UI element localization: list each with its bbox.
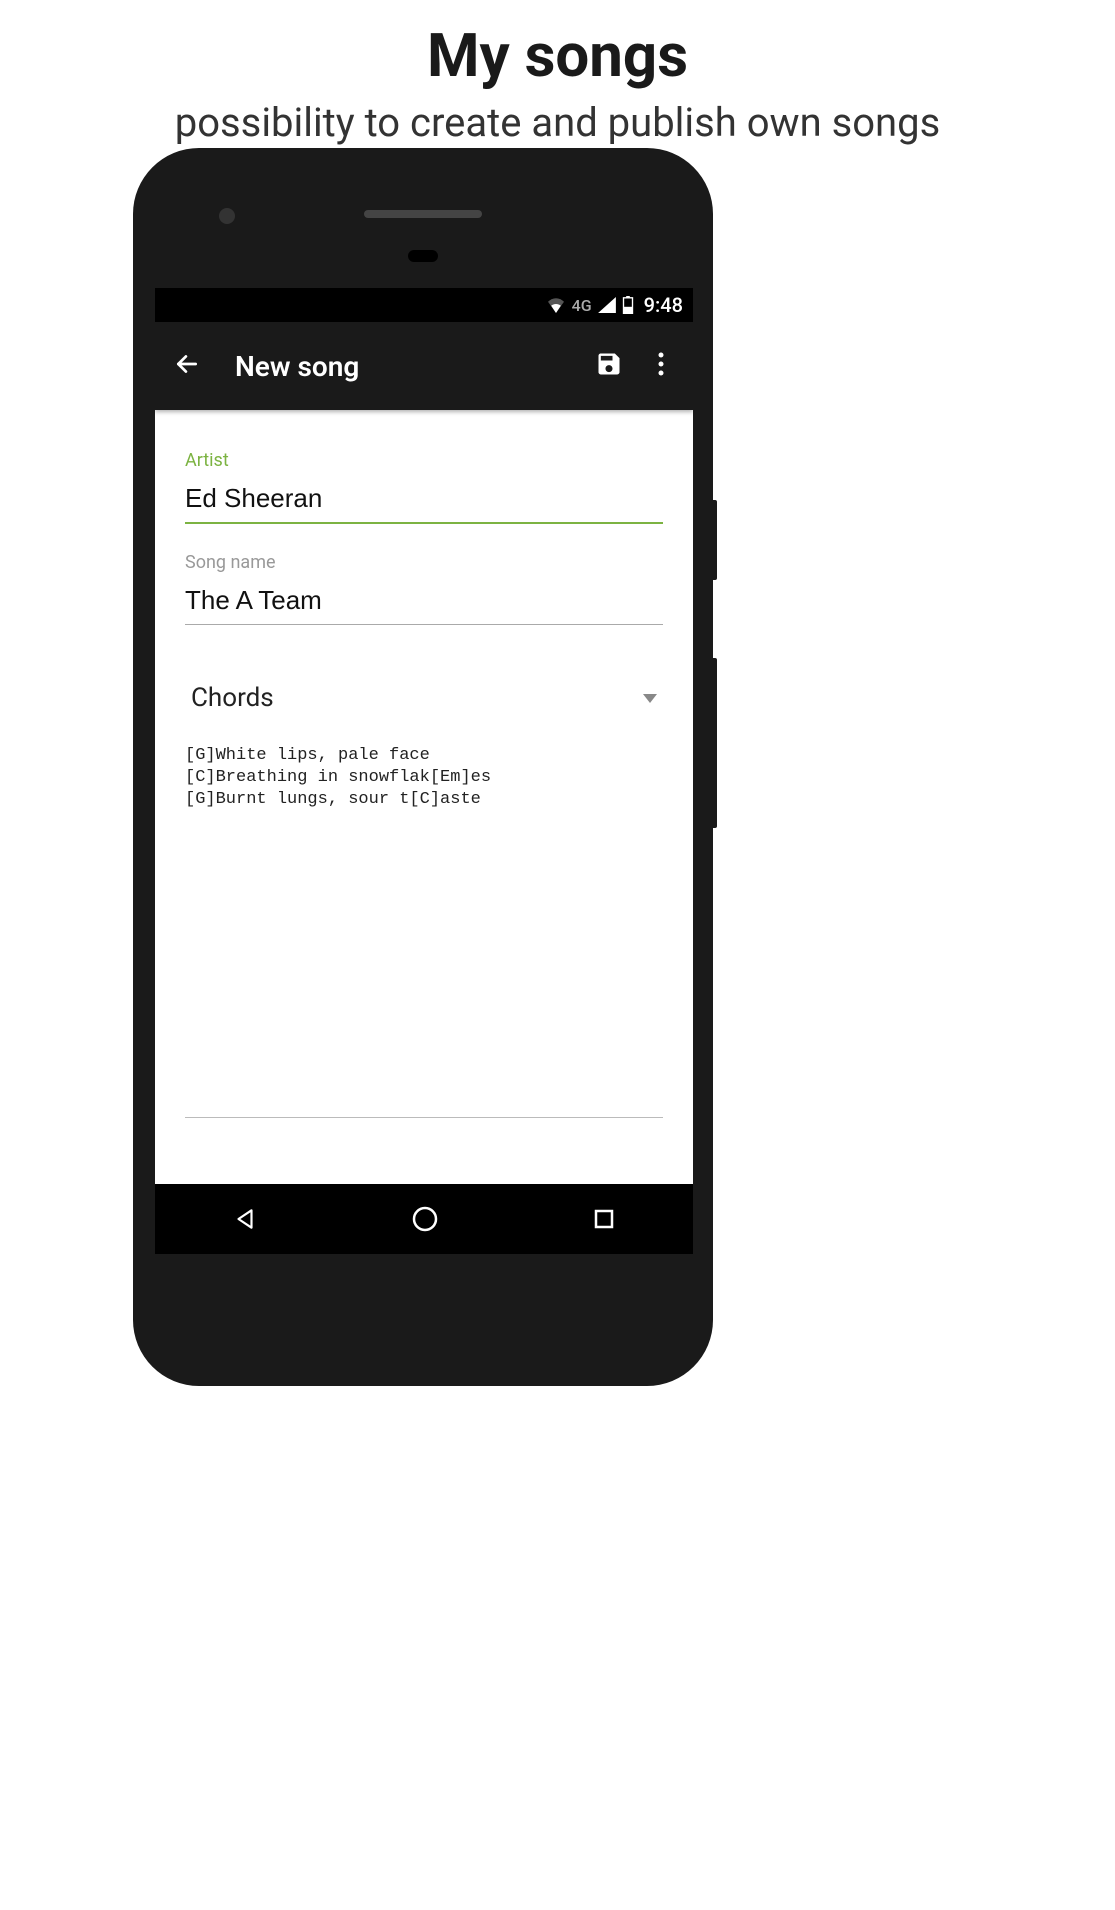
lyrics-underline: [185, 1117, 663, 1118]
song-name-input[interactable]: [185, 579, 663, 625]
overflow-menu-button[interactable]: [641, 346, 681, 386]
page-header: My songs possibility to create and publi…: [0, 0, 1115, 146]
phone-side-button: [711, 658, 717, 828]
song-name-field: Song name: [185, 552, 663, 625]
status-bar: 4G 9:48: [155, 288, 693, 322]
phone-screen: 4G 9:48 New song: [155, 288, 693, 1254]
wifi-icon: [546, 297, 566, 313]
status-time: 9:48: [644, 293, 683, 317]
lyrics-editor[interactable]: [G]White lips, pale face [C]Breathing in…: [185, 727, 663, 1107]
phone-camera-dot: [219, 208, 235, 224]
phone-frame: 4G 9:48 New song: [133, 148, 713, 1386]
save-icon: [595, 350, 623, 382]
app-bar: New song: [155, 322, 693, 410]
more-vertical-icon: [658, 352, 664, 380]
android-nav-bar: [155, 1184, 693, 1254]
song-name-label: Song name: [185, 552, 663, 573]
triangle-back-icon: [232, 1206, 258, 1232]
app-bar-title: New song: [235, 350, 577, 383]
nav-home-button[interactable]: [411, 1205, 439, 1233]
notation-type-dropdown[interactable]: Chords: [185, 653, 663, 727]
circle-home-icon: [411, 1205, 439, 1233]
artist-label: Artist: [185, 450, 663, 471]
page-subtitle: possibility to create and publish own so…: [0, 99, 1115, 146]
phone-earpiece: [408, 250, 438, 262]
status-network-label: 4G: [572, 296, 592, 315]
phone-side-button: [711, 500, 717, 580]
arrow-left-icon: [174, 351, 200, 381]
save-button[interactable]: [589, 346, 629, 386]
back-button[interactable]: [167, 346, 207, 386]
cellular-icon: [598, 297, 616, 313]
square-recent-icon: [592, 1207, 616, 1231]
phone-speaker: [364, 210, 482, 218]
artist-field: Artist: [185, 450, 663, 524]
nav-recent-button[interactable]: [592, 1207, 616, 1231]
page-title: My songs: [0, 20, 1115, 91]
battery-icon: [622, 296, 634, 314]
nav-back-button[interactable]: [232, 1206, 258, 1232]
chevron-down-icon: [643, 689, 657, 708]
notation-type-value: Chords: [191, 683, 274, 713]
form-content: Artist Song name Chords [G]White lips, p…: [155, 410, 693, 1118]
artist-input[interactable]: [185, 477, 663, 524]
